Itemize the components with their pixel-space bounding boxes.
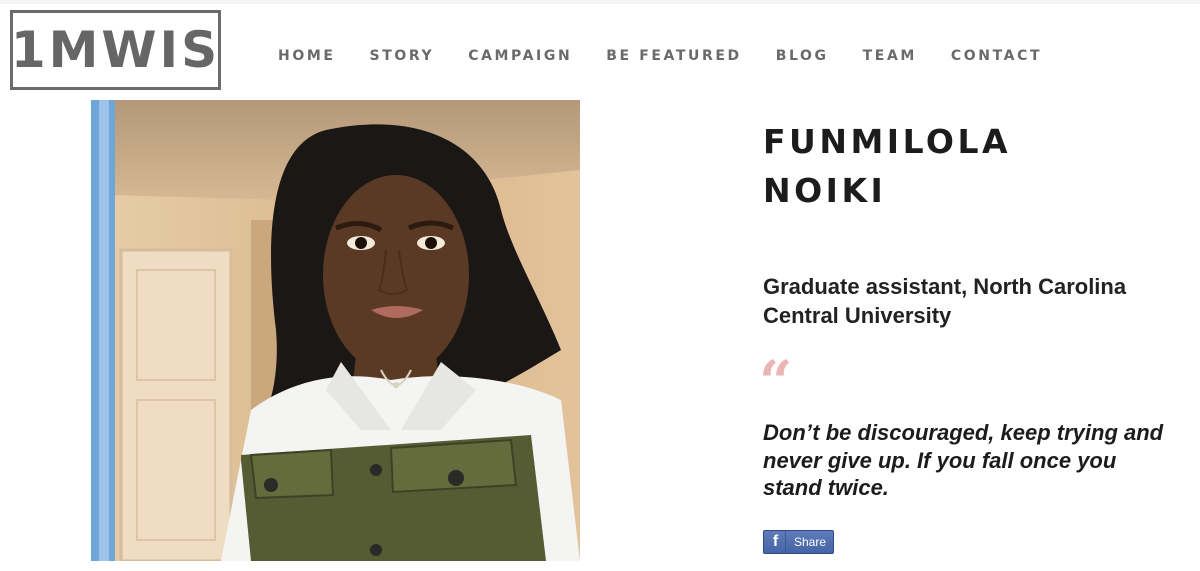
nav-blog[interactable]: BLOG xyxy=(776,48,829,68)
nav-home[interactable]: HOME xyxy=(278,48,336,68)
quote-text: Don’t be discouraged, keep trying and ne… xyxy=(763,419,1193,502)
nav-story[interactable]: STORY xyxy=(370,48,435,68)
name-line-last: NOIKI xyxy=(763,171,887,210)
nav-campaign[interactable]: CAMPAIGN xyxy=(468,48,572,68)
name-line-first: FUNMILOLA xyxy=(763,122,1012,161)
person-role: Graduate assistant, North Carolina Centr… xyxy=(763,272,1183,330)
nav-team[interactable]: TEAM xyxy=(863,48,917,68)
role-line-2: Central University xyxy=(763,303,952,328)
top-strip xyxy=(0,0,1200,4)
quote-mark-icon: “ xyxy=(759,348,793,416)
facebook-share-button[interactable]: f Share xyxy=(763,530,834,554)
facebook-icon: f xyxy=(766,531,786,553)
nav-be-featured[interactable]: BE FEATURED xyxy=(606,48,741,68)
role-line-1: Graduate assistant, North Carolina xyxy=(763,274,1127,299)
quote-line-2: never give up. If you fall once you xyxy=(763,447,1117,473)
profile-photo xyxy=(91,100,580,561)
quote-line-1: Don’t be discouraged, keep trying and xyxy=(763,420,1164,445)
person-name: FUNMILOLA NOIKI xyxy=(763,117,1163,215)
site-logo[interactable]: 1MWIS xyxy=(10,10,221,90)
quote-line-3: stand twice. xyxy=(763,475,889,500)
portrait-illustration xyxy=(91,100,580,561)
nav-contact[interactable]: CONTACT xyxy=(951,48,1042,68)
share-label: Share xyxy=(794,535,827,549)
main-nav: HOME STORY CAMPAIGN BE FEATURED BLOG TEA… xyxy=(278,48,1076,68)
